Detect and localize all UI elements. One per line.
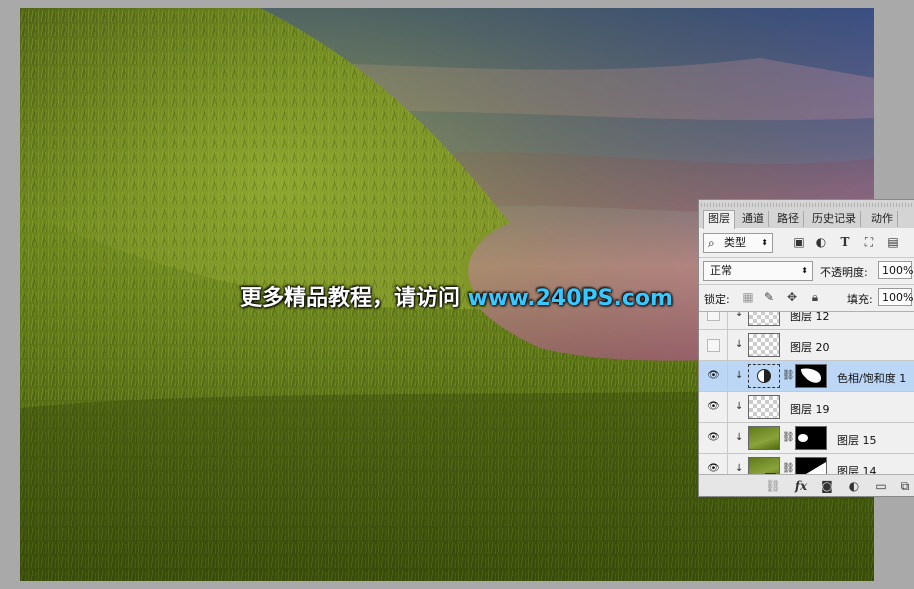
layer-mask-thumbnail[interactable] xyxy=(795,426,827,450)
tab-paths[interactable]: 路径 xyxy=(773,211,804,227)
eye-icon[interactable]: 👁︎ xyxy=(707,402,720,412)
fx-icon[interactable]: fx xyxy=(793,478,809,494)
hue-saturation-icon xyxy=(757,369,771,383)
watermark-url: www.240PS.com xyxy=(467,286,673,311)
adjustment-filter-icon[interactable]: ◐ xyxy=(814,235,828,249)
layer-name[interactable]: 图层 15 xyxy=(837,432,877,448)
watermark-text: 更多精品教程，请访问 www.240PS.com xyxy=(240,280,673,312)
panel-grip[interactable] xyxy=(701,203,913,207)
add-mask-icon[interactable]: ◙ xyxy=(819,478,835,494)
panel-bottom-toolbar: ⛓ fx ◙ ◐ ▭ ⧉ xyxy=(699,474,914,496)
new-layer-icon[interactable]: ⧉ xyxy=(897,478,913,494)
clip-arrow-icon: ↓ xyxy=(735,370,744,381)
fill-input[interactable]: 100% xyxy=(878,288,913,306)
filter-type-select[interactable]: ⌕ 类型 ⬍ xyxy=(703,233,773,253)
tab-actions[interactable]: 动作 xyxy=(867,211,898,227)
visibility-cell[interactable]: 👁︎ xyxy=(699,392,728,422)
layer-name[interactable]: 图层 20 xyxy=(790,339,830,355)
watermark-prefix: 更多精品教程，请访问 xyxy=(240,286,468,311)
layer-thumbnail xyxy=(748,426,780,450)
search-icon: ⌕ xyxy=(708,236,715,250)
panel-tab-bar: 图层 通道 路径 历史记录 动作 xyxy=(699,200,914,229)
layer-name[interactable]: 色相/饱和度 1 xyxy=(837,370,906,386)
filter-type-label: 类型 xyxy=(724,236,746,249)
filter-row: ⌕ 类型 ⬍ ▣ ◐ T ⛶ ▤ xyxy=(699,229,914,256)
opacity-input[interactable]: 100% xyxy=(878,261,913,279)
mask-shape xyxy=(804,462,826,475)
layer-thumbnail xyxy=(748,312,780,326)
lock-label: 锁定: xyxy=(704,293,730,306)
adjustment-thumbnail xyxy=(748,364,780,388)
layer-row-hue-saturation[interactable]: 👁︎ ↓ ⛓ 色相/饱和度 1 xyxy=(699,361,914,392)
image-filter-icon[interactable]: ▣ xyxy=(792,235,806,249)
layer-thumbnail xyxy=(748,395,780,419)
layer-row-12[interactable]: ↓ 图层 12 xyxy=(699,311,914,330)
layer-row-14[interactable]: 👁︎ ↓ ⛓ 图层 14 xyxy=(699,454,914,475)
chevron-updown-icon: ⬍ xyxy=(761,238,768,247)
chain-link-icon[interactable]: ⛓ xyxy=(782,432,795,443)
layer-thumbnail xyxy=(748,333,780,357)
visibility-cell[interactable]: 👁︎ xyxy=(699,423,728,453)
clip-arrow-icon: ↓ xyxy=(735,339,744,350)
link-icon[interactable]: ⛓ xyxy=(765,478,781,494)
visibility-cell[interactable] xyxy=(699,330,728,360)
smart-object-filter-icon[interactable]: ▤ xyxy=(886,235,900,249)
eye-icon[interactable]: 👁︎ xyxy=(707,433,720,443)
mask-shape xyxy=(798,434,808,442)
visibility-cell[interactable] xyxy=(699,312,728,329)
layer-row-15[interactable]: 👁︎ ↓ ⛓ 图层 15 xyxy=(699,423,914,454)
chain-link-icon[interactable]: ⛓ xyxy=(782,370,795,381)
clip-arrow-icon: ↓ xyxy=(735,463,744,474)
blend-mode-select[interactable]: 正常 ⬍ xyxy=(703,261,813,281)
type-filter-icon[interactable]: T xyxy=(838,235,852,249)
fill-label: 填充: xyxy=(847,293,873,306)
new-group-icon[interactable]: ▭ xyxy=(873,478,889,494)
clip-arrow-icon: ↓ xyxy=(735,432,744,443)
lock-transparent-icon[interactable]: ▦ xyxy=(741,290,755,304)
visibility-cell[interactable]: 👁︎ xyxy=(699,454,728,475)
chain-link-icon[interactable]: ⛓ xyxy=(782,463,795,474)
clip-arrow-icon: ↓ xyxy=(735,311,744,319)
layer-name[interactable]: 图层 19 xyxy=(790,401,830,417)
visibility-off-box[interactable] xyxy=(707,339,720,352)
new-adjustment-icon[interactable]: ◐ xyxy=(846,478,862,494)
layer-name[interactable]: 图层 12 xyxy=(790,312,830,324)
lock-all-icon[interactable]: 🔒︎ xyxy=(808,290,822,304)
eye-icon[interactable]: 👁︎ xyxy=(707,371,720,381)
tab-channels[interactable]: 通道 xyxy=(738,211,769,227)
tab-history[interactable]: 历史记录 xyxy=(808,211,861,227)
tab-layers[interactable]: 图层 xyxy=(703,210,735,229)
shape-filter-icon[interactable]: ⛶ xyxy=(862,235,876,249)
chevron-updown-icon: ⬍ xyxy=(801,266,808,275)
layer-row-19[interactable]: 👁︎ ↓ 图层 19 xyxy=(699,392,914,423)
opacity-label: 不透明度: xyxy=(820,266,868,279)
lock-pixels-brush-icon[interactable]: ✎ xyxy=(762,290,776,304)
visibility-cell[interactable]: 👁︎ xyxy=(699,361,728,391)
layer-row-20[interactable]: ↓ 图层 20 xyxy=(699,330,914,361)
clip-arrow-icon: ↓ xyxy=(735,401,744,412)
eye-icon[interactable]: 👁︎ xyxy=(707,464,720,474)
layer-mask-thumbnail[interactable] xyxy=(795,364,827,388)
lock-row: 锁定: ▦ ✎ ✥ 🔒︎ 填充: 100% xyxy=(699,284,914,311)
mask-shape xyxy=(801,368,822,383)
layer-list[interactable]: ↓ 图层 12 ↓ 图层 20 👁︎ ↓ ⛓ 色相/饱和度 1 👁︎ ↓ 图层 … xyxy=(699,311,914,475)
blend-mode-value: 正常 xyxy=(710,264,732,277)
blend-row: 正常 ⬍ 不透明度: 100% xyxy=(699,257,914,284)
layer-mask-thumbnail[interactable] xyxy=(795,457,827,475)
visibility-off-box[interactable] xyxy=(707,312,720,321)
layers-panel: 图层 通道 路径 历史记录 动作 ⌕ 类型 ⬍ ▣ ◐ T ⛶ ▤ 正常 ⬍ 不… xyxy=(698,199,914,497)
lock-position-move-icon[interactable]: ✥ xyxy=(785,290,799,304)
